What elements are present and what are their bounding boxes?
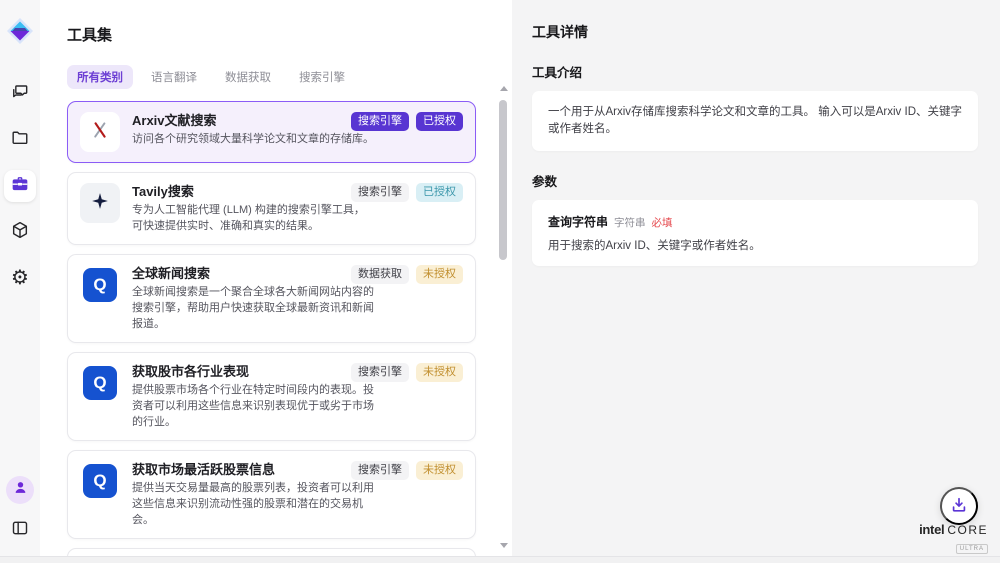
intro-text: 一个用于从Arxiv存储库搜索科学论文和文章的工具。 输入可以是Arxiv ID… [548,104,962,138]
auth-status-badge: 未授权 [416,461,463,480]
tool-name: 获取市场最活跃股票信息 [132,461,374,478]
gear-icon: ⚙ [11,267,29,289]
q-news-icon: Q [83,464,117,498]
detail-title: 工具详情 [532,22,978,42]
left-icon-rail: ⚙ [0,0,40,556]
scroll-up-arrow-icon[interactable] [500,86,508,91]
param-required-flag: 必填 [652,215,673,230]
tool-card[interactable]: Q 获取市场最活跃股票信息 提供当天交易量最高的股票列表，投资者可以利用这些信息… [67,450,476,539]
tool-description: 专为人工智能代理 (LLM) 构建的搜索引擎工具，可快速提供实时、准确和真实的结… [132,202,374,234]
sidebar-item-cube[interactable] [4,216,36,248]
folder-icon [10,128,30,153]
tool-name: Arxiv文献搜索 [132,112,374,129]
category-tabs: 所有类别语言翻译数据获取搜索引擎 [67,65,512,89]
cube-icon [10,220,30,245]
tool-icon-tile [80,183,120,223]
intel-core-logo: intel core ultra [919,522,988,555]
sidebar-item-user[interactable] [6,476,34,504]
tool-card[interactable]: Q 获取股市各行业表现 提供股票市场各个行业在特定时间段内的表现。投资者可以利用… [67,352,476,441]
brand-core-text: core [947,523,988,537]
tool-description: 访问各个研究领域大量科学论文和文章的存储库。 [132,131,374,147]
category-badge: 搜索引擎 [351,112,409,131]
tool-list-panel: 工具集 所有类别语言翻译数据获取搜索引擎 Arxiv文献搜索 访问各个研究领域大… [40,0,512,556]
parameter-item: 查询字符串 字符串 必填 用于搜索的Arxiv ID、关键字或作者姓名。 [548,213,962,253]
tab-2[interactable]: 数据获取 [215,65,281,89]
arxiv-icon [89,119,111,146]
tool-description: 全球新闻搜索是一个聚合全球各大新闻网站内容的搜索引擎，帮助用户快速获取全球最新资… [132,284,374,332]
category-badge: 搜索引擎 [351,461,409,480]
download-button[interactable] [940,487,978,525]
brand-ultra-badge: ultra [956,544,988,554]
param-description: 用于搜索的Arxiv ID、关键字或作者姓名。 [548,237,962,253]
tool-description: 提供当天交易量最高的股票列表，投资者可以利用这些信息来识别流动性强的股票和潜在的… [132,480,374,528]
window-bottom-strip [0,556,1000,563]
star-icon [90,191,110,216]
intro-box: 一个用于从Arxiv存储库搜索科学论文和文章的工具。 输入可以是Arxiv ID… [532,91,978,151]
category-badge: 数据获取 [351,265,409,284]
sidebar-item-folder[interactable] [4,124,36,156]
tool-card[interactable]: Tavily搜索 专为人工智能代理 (LLM) 构建的搜索引擎工具，可快速提供实… [67,172,476,245]
tool-name: 全球新闻搜索 [132,265,374,282]
sidebar-item-chat[interactable] [4,78,36,110]
tab-0[interactable]: 所有类别 [67,65,133,89]
brand-intel-text: intel [919,522,944,537]
page-title: 工具集 [67,24,512,45]
toolbox-icon [10,174,30,199]
download-icon [949,495,969,518]
params-heading: 参数 [532,171,978,190]
sidebar-item-layout[interactable] [4,514,36,546]
app-window: ⚙ 工具集 所有类别语言翻译数据获取搜索引擎 Arxiv文献搜索 访问各个研究领… [0,0,1000,563]
tool-card-list: Arxiv文献搜索 访问各个研究领域大量科学论文和文章的存储库。 搜索引擎 已授… [67,101,476,556]
gem-logo-icon [5,16,35,46]
tab-3[interactable]: 搜索引擎 [289,65,355,89]
tool-icon-tile [80,112,120,152]
tool-card[interactable]: 万维地区新闻查询 查询具体行政区划内的新闻，快速了解各地新闻动 搜索引擎 未授权 [67,548,476,556]
scrollbar-thumb[interactable] [499,100,507,260]
sidebar-item-gear[interactable]: ⚙ [4,262,36,294]
auth-status-badge: 已授权 [416,112,463,131]
intro-heading: 工具介绍 [532,62,978,81]
tool-detail-panel: 工具详情 工具介绍 一个用于从Arxiv存储库搜索科学论文和文章的工具。 输入可… [512,0,1000,556]
user-icon [12,479,29,501]
auth-status-badge: 已授权 [416,183,463,202]
tab-1[interactable]: 语言翻译 [141,65,207,89]
tool-name: Tavily搜索 [132,183,374,200]
category-badge: 搜索引擎 [351,363,409,382]
tool-card[interactable]: Arxiv文献搜索 访问各个研究领域大量科学论文和文章的存储库。 搜索引擎 已授… [67,101,476,163]
layout-icon [10,518,30,543]
auth-status-badge: 未授权 [416,363,463,382]
tool-name: 获取股市各行业表现 [132,363,374,380]
category-badge: 搜索引擎 [351,183,409,202]
tool-description: 提供股票市场各个行业在特定时间段内的表现。投资者可以利用这些信息来识别表现优于或… [132,382,374,430]
chat-icon [10,82,30,107]
q-news-icon: Q [83,268,117,302]
scroll-down-arrow-icon[interactable] [500,543,508,548]
tool-card[interactable]: Q 全球新闻搜索 全球新闻搜索是一个聚合全球各大新闻网站内容的搜索引擎，帮助用户… [67,254,476,343]
param-type: 字符串 [614,215,646,230]
auth-status-badge: 未授权 [416,265,463,284]
list-scrollbar[interactable] [499,86,508,548]
sidebar-item-toolbox[interactable] [4,170,36,202]
param-name: 查询字符串 [548,213,608,230]
q-news-icon: Q [83,366,117,400]
params-box: 查询字符串 字符串 必填 用于搜索的Arxiv ID、关键字或作者姓名。 [532,200,978,266]
